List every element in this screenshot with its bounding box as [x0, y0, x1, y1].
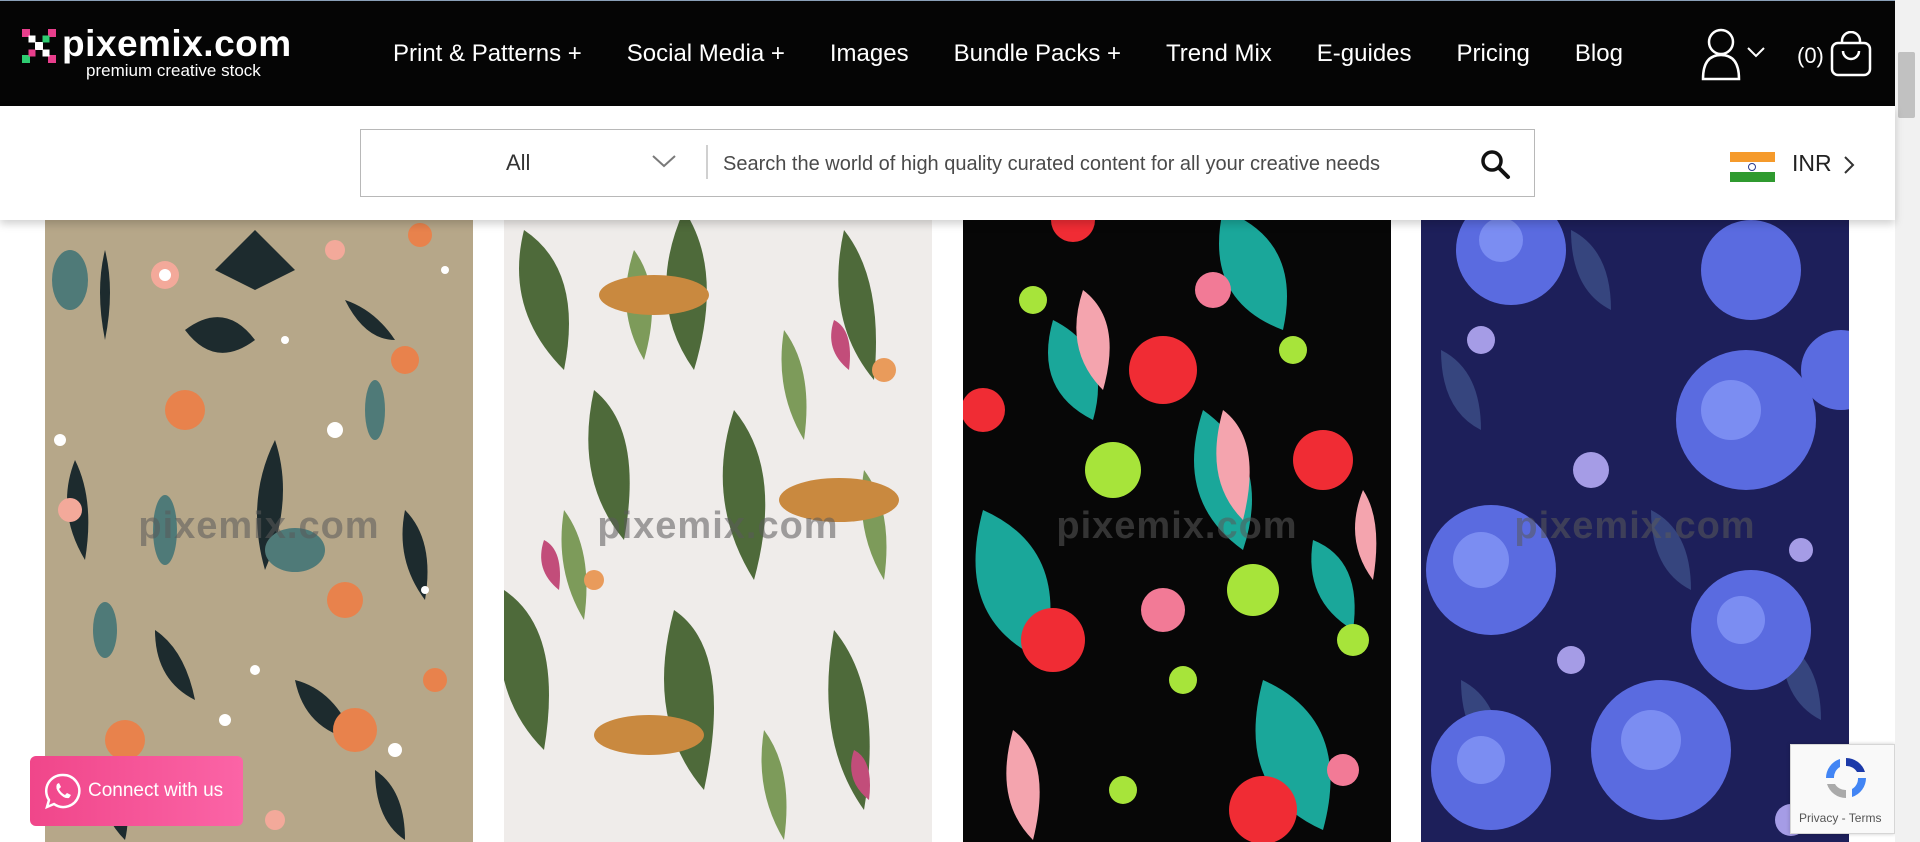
logo-tagline: premium creative stock	[86, 61, 261, 80]
chevron-down-icon	[652, 155, 676, 168]
currency-selector[interactable]: INR	[1730, 144, 1860, 184]
recaptcha-links[interactable]: Privacy - Terms	[1799, 811, 1881, 825]
tile-1-artwork	[45, 210, 473, 842]
category-selected: All	[506, 150, 531, 175]
pattern-tile-3[interactable]: pixemix.com	[963, 210, 1391, 842]
main-nav: Print & Patterns + Social Media + Images…	[393, 1, 1668, 107]
logo-name: pixemix.com	[62, 23, 292, 64]
search-bar: All	[360, 129, 1535, 197]
logo-mark-icon	[22, 29, 56, 63]
india-flag-icon	[1730, 152, 1775, 182]
nav-item-blog[interactable]: Blog	[1575, 40, 1623, 68]
user-icon	[1701, 28, 1741, 81]
nav-item-trend-mix[interactable]: Trend Mix	[1166, 40, 1272, 68]
nav-item-pricing[interactable]: Pricing	[1457, 40, 1530, 68]
connect-label: Connect with us	[88, 780, 224, 801]
shopping-bag-icon	[1830, 31, 1872, 77]
scroll-thumb[interactable]	[1898, 52, 1915, 118]
pattern-tile-4[interactable]: pixemix.com	[1421, 210, 1849, 842]
pattern-tile-1[interactable]: pixemix.com	[45, 210, 473, 842]
search-strip: All INR	[0, 106, 1895, 220]
nav-item-social-media[interactable]: Social Media +	[627, 40, 785, 68]
nav-item-e-guides[interactable]: E-guides	[1317, 40, 1412, 68]
nav-item-images[interactable]: Images	[830, 40, 909, 68]
tile-3-artwork	[963, 210, 1391, 842]
pattern-tile-2[interactable]: pixemix.com	[504, 210, 932, 842]
search-icon[interactable]	[1479, 148, 1511, 180]
cart-count: (0)	[1797, 43, 1824, 68]
currency-code: INR	[1792, 150, 1832, 176]
connect-with-us-button[interactable]: Connect with us	[30, 756, 243, 826]
page: pixemix.com pixemix.com pixemix.com pixe…	[0, 0, 1920, 842]
category-select[interactable]: All	[361, 130, 706, 196]
tile-2-artwork	[504, 210, 932, 842]
nav-item-print-patterns[interactable]: Print & Patterns +	[393, 40, 582, 68]
recaptcha-icon	[1826, 758, 1866, 798]
whatsapp-icon	[44, 773, 81, 810]
search-input[interactable]	[723, 144, 1463, 184]
top-nav: pixemix.com premium creative stock Print…	[0, 0, 1895, 106]
recaptcha-badge[interactable]: Privacy - Terms	[1790, 744, 1895, 834]
scrollbar[interactable]	[1895, 0, 1920, 842]
tile-4-artwork	[1421, 210, 1849, 842]
logo[interactable]: pixemix.com premium creative stock	[22, 23, 302, 85]
chevron-right-icon	[1844, 156, 1855, 174]
divider	[706, 145, 708, 179]
chevron-down-icon	[1747, 47, 1765, 58]
cart-button[interactable]: (0)	[1797, 31, 1887, 81]
nav-item-bundle-packs[interactable]: Bundle Packs +	[954, 40, 1121, 68]
account-menu[interactable]	[1700, 27, 1770, 83]
